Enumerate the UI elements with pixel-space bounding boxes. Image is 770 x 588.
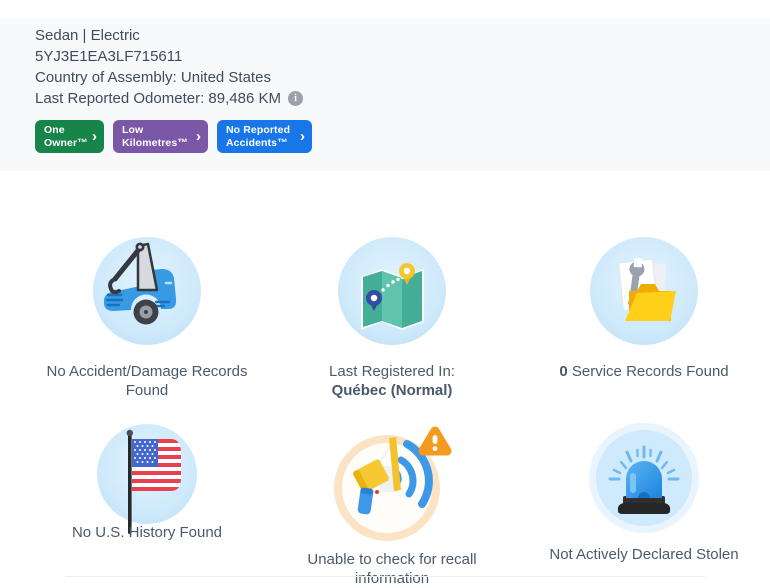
summary-item-label: Not Actively Declared Stolen bbox=[549, 545, 738, 564]
warning-triangle-icon bbox=[423, 431, 447, 451]
chevron-right-icon: › bbox=[92, 129, 97, 144]
summary-item-stolen: Not Actively Declared Stolen bbox=[518, 420, 770, 588]
chevron-right-icon: › bbox=[300, 129, 305, 144]
odometer-line: Last Reported Odometer: 89,486 KM i bbox=[35, 88, 770, 109]
summary-item-label: 0 Service Records Found bbox=[559, 362, 728, 381]
country-of-assembly: Country of Assembly: United States bbox=[35, 67, 770, 88]
summary-item-label: Last Registered In: Québec (Normal) bbox=[329, 362, 455, 400]
badge-label: No Reported Accidents™ bbox=[226, 124, 296, 149]
vehicle-type: Sedan | Electric bbox=[35, 25, 770, 46]
section-divider bbox=[65, 576, 705, 577]
chevron-right-icon: › bbox=[196, 129, 201, 144]
service-folder-icon bbox=[585, 233, 703, 351]
vin: 5YJ3E1EA3LF715611 bbox=[35, 46, 770, 67]
summary-item-recall: Unable to check for recall information bbox=[266, 420, 518, 588]
odometer-label: Last Reported Odometer: 89,486 KM bbox=[35, 88, 281, 109]
summary-item-label: No Accident/Damage Records Found bbox=[38, 362, 256, 400]
map-route-icon bbox=[333, 233, 451, 351]
summary-item-accidents: No Accident/Damage Records Found bbox=[28, 233, 266, 400]
badge-one-owner[interactable]: One Owner™ › bbox=[35, 120, 104, 153]
badge-low-kilometres[interactable]: Low Kilometres™ › bbox=[113, 120, 208, 153]
info-icon[interactable]: i bbox=[288, 91, 303, 106]
tow-truck-icon bbox=[88, 233, 206, 351]
recall-warning-icon bbox=[327, 420, 457, 546]
summary-item-label: Unable to check for recall information bbox=[296, 550, 488, 588]
siren-icon bbox=[585, 420, 703, 538]
summary-item-us-history: No U.S. History Found bbox=[28, 420, 266, 588]
report-header: Sedan | Electric 5YJ3E1EA3LF715611 Count… bbox=[0, 18, 770, 171]
badge-label: One Owner™ bbox=[44, 124, 88, 149]
badge-no-reported-accidents[interactable]: No Reported Accidents™ › bbox=[217, 120, 312, 153]
badge-label: Low Kilometres™ bbox=[122, 124, 192, 149]
summary-grid: No Accident/Damage Records Found bbox=[0, 171, 770, 588]
summary-item-registration: Last Registered In: Québec (Normal) bbox=[266, 233, 518, 400]
summary-item-label: No U.S. History Found bbox=[72, 523, 222, 542]
us-flag-icon bbox=[88, 420, 206, 538]
badge-row: One Owner™ › Low Kilometres™ › No Report… bbox=[35, 120, 770, 153]
summary-item-service: 0 Service Records Found bbox=[518, 233, 770, 400]
